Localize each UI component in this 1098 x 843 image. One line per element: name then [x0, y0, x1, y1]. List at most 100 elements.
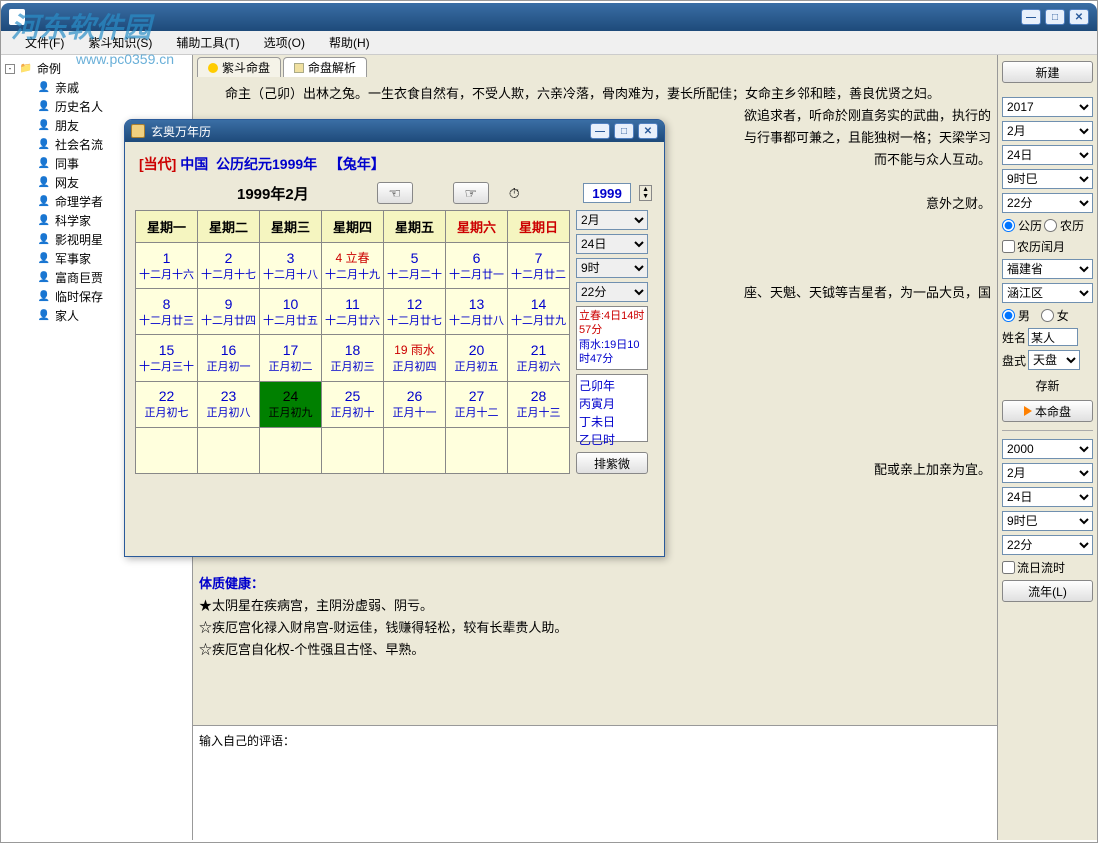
gender-radio: 男 女 [1002, 307, 1093, 324]
side-day-select[interactable]: 24日 [576, 234, 648, 254]
cal-close-button[interactable]: ✕ [638, 123, 658, 139]
minute-select[interactable]: 22分 [1002, 193, 1093, 213]
year-down-button[interactable]: ▼ [640, 193, 651, 200]
side-month-select[interactable]: 2月 [576, 210, 648, 230]
lunar-radio[interactable] [1044, 219, 1057, 232]
tree-item-label: 同事 [55, 155, 79, 172]
lunar-date: 正月初二 [262, 358, 319, 374]
calendar-day[interactable]: 9十二月廿四 [198, 289, 260, 335]
tab-analysis[interactable]: 命盘解析 [283, 57, 367, 77]
district-select[interactable]: 涵江区 [1002, 283, 1093, 303]
calendar-day[interactable]: 20正月初五 [446, 335, 508, 381]
tree-item[interactable]: 👤亲戚 [37, 78, 188, 97]
calendar-day[interactable]: 13十二月廿八 [446, 289, 508, 335]
calendar-day[interactable]: 8十二月廿三 [136, 289, 198, 335]
solar-radio[interactable] [1002, 219, 1015, 232]
lunar-date: 正月初四 [386, 358, 443, 374]
comment-input[interactable]: 输入自己的评语： [193, 725, 997, 840]
watermark-url: www.pc0359.cn [76, 51, 174, 67]
calendar-day[interactable]: 3十二月十八 [260, 243, 322, 289]
calendar-day[interactable]: 2十二月十七 [198, 243, 260, 289]
menu-help[interactable]: 帮助(H) [321, 32, 378, 53]
province-select[interactable]: 福建省 [1002, 259, 1093, 279]
day-number: 2 [200, 250, 257, 266]
calendar-day [384, 427, 446, 473]
calendar-day[interactable]: 14十二月廿九 [508, 289, 570, 335]
leap-checkbox[interactable] [1002, 240, 1015, 253]
save-button[interactable]: 存新 [1002, 374, 1093, 396]
calendar-day[interactable]: 21正月初六 [508, 335, 570, 381]
collapse-icon[interactable]: - [5, 64, 15, 74]
close-button[interactable]: ✕ [1069, 9, 1089, 25]
liuri-checkbox[interactable] [1002, 561, 1015, 574]
calendar-day[interactable]: 28正月十三 [508, 381, 570, 427]
minimize-button[interactable]: — [1021, 9, 1041, 25]
paiziwei-button[interactable]: 排紫微 [576, 452, 648, 474]
calendar-day[interactable]: 26正月十一 [384, 381, 446, 427]
calendar-day[interactable]: 6十二月廿一 [446, 243, 508, 289]
day-number: 25 [324, 388, 381, 404]
calendar-toolbar: 1999年2月 ☜ ☞ ⏱ ▲ ▼ [135, 176, 654, 210]
female-radio[interactable] [1041, 309, 1054, 322]
calendar-day[interactable]: 17正月初二 [260, 335, 322, 381]
side-min-select[interactable]: 22分 [576, 282, 648, 302]
panshi-select[interactable]: 天盘 [1028, 350, 1080, 370]
person-icon: 👤 [37, 138, 51, 152]
calendar-day[interactable]: 1十二月十六 [136, 243, 198, 289]
day2-select[interactable]: 24日 [1002, 487, 1093, 507]
person-icon: 👤 [37, 157, 51, 171]
day-number: 24 [262, 388, 319, 404]
person-icon: 👤 [37, 271, 51, 285]
prev-button[interactable]: ☜ [377, 182, 413, 204]
tab-chart[interactable]: 紫斗命盘 [197, 57, 281, 77]
next-button[interactable]: ☞ [453, 182, 489, 204]
calendar-day[interactable]: 24正月初九 [260, 381, 322, 427]
calendar-day[interactable]: 19 雨水正月初四 [384, 335, 446, 381]
month2-select[interactable]: 2月 [1002, 463, 1093, 483]
natal-chart-button[interactable]: 本命盘 [1002, 400, 1093, 422]
menu-options[interactable]: 选项(O) [256, 32, 313, 53]
calendar-day[interactable]: 22正月初七 [136, 381, 198, 427]
year-select[interactable]: 2017 [1002, 97, 1093, 117]
calendar-day[interactable]: 15十二月三十 [136, 335, 198, 381]
menu-tools[interactable]: 辅助工具(T) [168, 32, 247, 53]
calendar-day[interactable]: 12十二月廿七 [384, 289, 446, 335]
weekday-header: 星期四 [322, 211, 384, 243]
calendar-window: 玄奥万年历 — □ ✕ [当代] 中国 公历纪元1999年 【兔年】 1999年… [124, 119, 665, 557]
calendar-day[interactable]: 5十二月二十 [384, 243, 446, 289]
weekday-header: 星期二 [198, 211, 260, 243]
calendar-day[interactable]: 27正月十二 [446, 381, 508, 427]
maximize-button[interactable]: □ [1045, 9, 1065, 25]
year2-select[interactable]: 2000 [1002, 439, 1093, 459]
calendar-day[interactable]: 4 立春十二月十九 [322, 243, 384, 289]
lunar-date: 十二月三十 [138, 358, 195, 374]
calendar-titlebar[interactable]: 玄奥万年历 — □ ✕ [125, 120, 664, 142]
hour-select[interactable]: 9时巳 [1002, 169, 1093, 189]
liunian-button[interactable]: 流年(L) [1002, 580, 1093, 602]
month-select[interactable]: 2月 [1002, 121, 1093, 141]
calendar-day[interactable]: 11十二月廿六 [322, 289, 384, 335]
lunar-date: 十二月廿四 [200, 312, 257, 328]
day-select[interactable]: 24日 [1002, 145, 1093, 165]
year-input[interactable] [583, 183, 631, 203]
name-input[interactable] [1028, 328, 1078, 346]
minute2-select[interactable]: 22分 [1002, 535, 1093, 555]
cal-maximize-button[interactable]: □ [614, 123, 634, 139]
day-number: 20 [448, 342, 505, 358]
calendar-day[interactable]: 25正月初十 [322, 381, 384, 427]
calendar-day[interactable]: 18正月初三 [322, 335, 384, 381]
calendar-day[interactable]: 7十二月廿二 [508, 243, 570, 289]
tree-item[interactable]: 👤历史名人 [37, 97, 188, 116]
new-button[interactable]: 新建 [1002, 61, 1093, 83]
hour2-select[interactable]: 9时巳 [1002, 511, 1093, 531]
calendar-day[interactable]: 10十二月廿五 [260, 289, 322, 335]
male-radio[interactable] [1002, 309, 1015, 322]
cal-minimize-button[interactable]: — [590, 123, 610, 139]
circle-icon [208, 63, 218, 73]
calendar-day [322, 427, 384, 473]
side-hour-select[interactable]: 9时 [576, 258, 648, 278]
weekday-header: 星期三 [260, 211, 322, 243]
calendar-day[interactable]: 16正月初一 [198, 335, 260, 381]
calendar-day[interactable]: 23正月初八 [198, 381, 260, 427]
year-up-button[interactable]: ▲ [640, 186, 651, 193]
